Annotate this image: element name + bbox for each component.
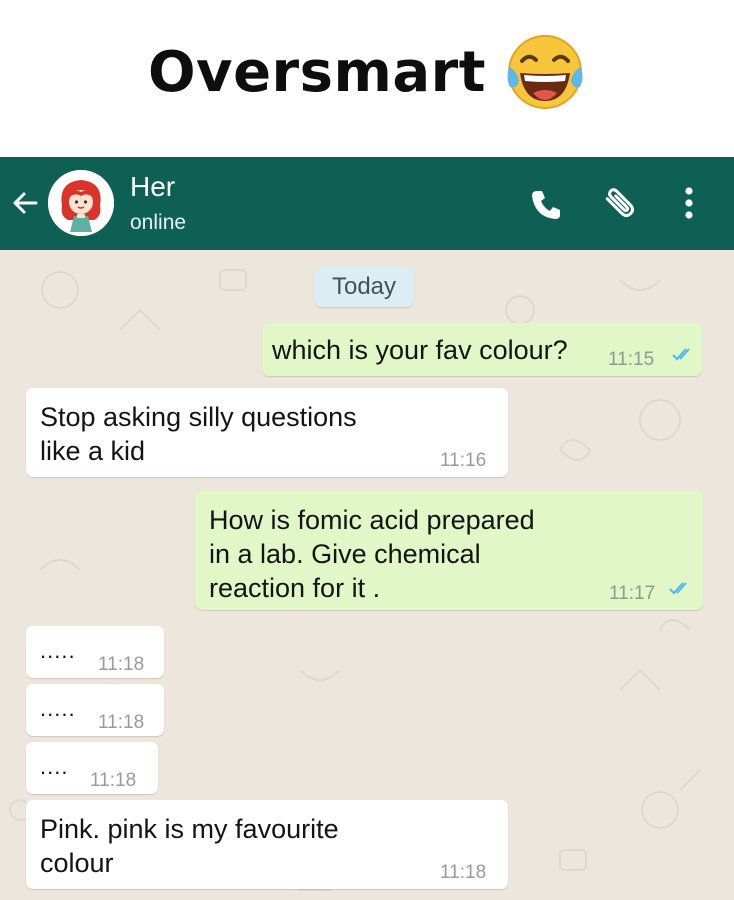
incoming-message[interactable]: ..... 11:18 [26, 626, 164, 678]
caption: Oversmart [0, 0, 734, 157]
message-text: .... [40, 754, 69, 779]
message-text: ..... [40, 638, 76, 663]
contact-name[interactable]: Her [130, 171, 175, 203]
incoming-message[interactable]: Pink. pink is my favourite colour 11:18 [26, 800, 508, 889]
date-chip: Today [314, 267, 414, 307]
more-vertical-icon[interactable] [678, 183, 700, 223]
message-time: 11:16 [440, 450, 487, 471]
avatar[interactable] [48, 170, 114, 236]
incoming-message[interactable]: ..... 11:18 [26, 684, 164, 736]
phone-icon[interactable] [528, 187, 564, 223]
message-line: in a lab. Give chemical [209, 539, 481, 569]
incoming-message[interactable]: .... 11:18 [26, 742, 158, 794]
chat-header: Her online [0, 157, 734, 250]
message-time: 11:18 [90, 770, 137, 791]
paperclip-icon[interactable] [598, 183, 642, 223]
message-text: Stop asking silly questions like a kid [40, 400, 357, 468]
contact-status: online [130, 211, 187, 234]
back-arrow-icon[interactable] [8, 186, 42, 220]
message-text: How is fomic acid prepared in a lab. Give… [209, 503, 535, 605]
incoming-message[interactable]: Stop asking silly questions like a kid 11… [26, 388, 508, 477]
message-text: Pink. pink is my favourite colour [40, 812, 339, 880]
message-line: How is fomic acid prepared [209, 505, 535, 535]
outgoing-message[interactable]: which is your fav colour? 11:15 [262, 323, 702, 376]
message-line: Stop asking silly questions [40, 402, 357, 432]
message-line: reaction for it . [209, 573, 381, 603]
double-tick-icon [672, 348, 690, 361]
tears-of-joy-emoji [507, 34, 583, 109]
caption-title: Oversmart [147, 40, 487, 105]
message-text: ..... [40, 696, 76, 721]
message-time: 11:18 [98, 712, 145, 733]
message-time: 11:18 [440, 862, 487, 883]
message-time: 11:17 [609, 583, 656, 604]
message-time: 11:15 [608, 349, 655, 370]
double-tick-icon [669, 582, 687, 595]
message-text: which is your fav colour? [272, 335, 568, 365]
message-line: Pink. pink is my favourite [40, 814, 339, 844]
message-line: colour [40, 848, 114, 878]
message-line: like a kid [40, 436, 146, 466]
message-time: 11:18 [98, 654, 145, 675]
outgoing-message[interactable]: How is fomic acid prepared in a lab. Give… [195, 491, 703, 610]
